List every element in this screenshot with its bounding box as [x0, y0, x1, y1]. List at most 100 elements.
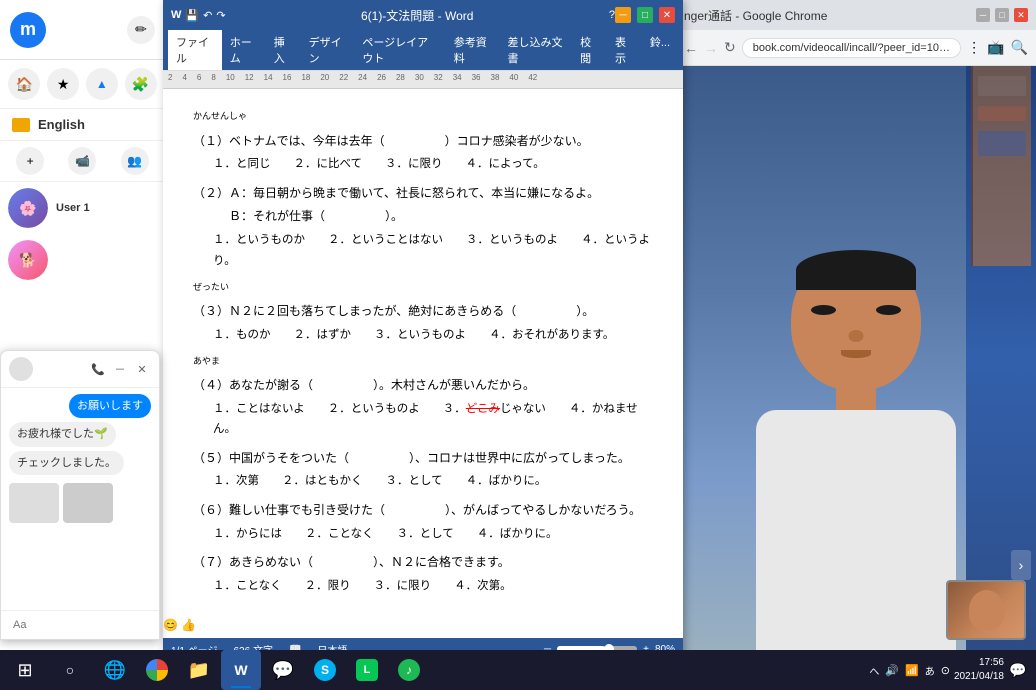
- messenger-taskbar[interactable]: 💬: [263, 650, 303, 690]
- screen-share-icon: 📺: [987, 39, 1004, 56]
- person-face: [791, 250, 921, 390]
- tab-home[interactable]: ホーム: [222, 30, 266, 70]
- tab-review[interactable]: 校閲: [572, 30, 607, 70]
- chat-preview: User 1: [56, 202, 157, 214]
- chat-messages: お願いします お疲れ様でした🌱 チェックしました。: [1, 388, 159, 610]
- spotify-taskbar[interactable]: ♪: [389, 650, 429, 690]
- chrome-maximize-btn[interactable]: □: [995, 8, 1009, 22]
- furigana-4: あやま: [193, 356, 220, 366]
- line-taskbar[interactable]: L: [347, 650, 387, 690]
- question-1: かんせんしゃ （１）ベトナムでは、今年は去年（ ）コロナ感染者が少ない。: [193, 109, 653, 152]
- undo-icon[interactable]: ↶: [203, 9, 212, 22]
- tray-battery[interactable]: ⊙: [941, 664, 950, 677]
- choices-2: １．というものか ２．ということはない ３．というものよ ４．というより。: [213, 230, 653, 271]
- word-title-bar: W 💾 ↶ ↷ 6(1)-文法問題 - Word ? ─ □ ✕: [163, 0, 683, 30]
- messenger-puzzle-btn[interactable]: 🧩: [125, 68, 157, 100]
- messenger-edit-btn[interactable]: ✏: [127, 16, 155, 44]
- messenger-star-btn[interactable]: ★: [47, 68, 79, 100]
- start-button[interactable]: ⊞: [0, 650, 50, 690]
- chrome-close-btn[interactable]: ✕: [1014, 8, 1028, 22]
- english-label-text: English: [38, 117, 85, 132]
- chrome-taskbar[interactable]: [137, 650, 177, 690]
- maximize-btn[interactable]: □: [637, 7, 653, 23]
- chat-minimize-btn[interactable]: －: [111, 360, 129, 378]
- eye-left: [811, 305, 836, 315]
- shelf-item-1: [978, 76, 1026, 96]
- zoom-cam-icon: 🔍: [1011, 39, 1028, 56]
- explorer-taskbar[interactable]: 📁: [179, 650, 219, 690]
- choices-5: １．次第 ２．はともかく ３．として ４．ばかりに。: [213, 471, 653, 492]
- chat-popup-avatar: [9, 357, 33, 381]
- video-main-area: ›: [676, 66, 1036, 650]
- tray-ime[interactable]: あ: [925, 663, 935, 678]
- video-call-btn[interactable]: 📹: [68, 147, 96, 175]
- tab-references[interactable]: 参考資料: [446, 30, 500, 70]
- tab-insert[interactable]: 挿入: [266, 30, 301, 70]
- edge-taskbar[interactable]: 🌐: [95, 650, 135, 690]
- list-item[interactable]: 🐕: [0, 234, 165, 286]
- folder-icon: [12, 118, 30, 132]
- search-button[interactable]: ○: [50, 650, 90, 690]
- people-btn[interactable]: 👥: [121, 147, 149, 175]
- redo-icon[interactable]: ↷: [216, 9, 225, 22]
- furigana-3: ぜったい: [193, 282, 229, 292]
- chat-popup-header: 📞 － ✕: [1, 351, 159, 388]
- chat-name: User 1: [56, 202, 157, 214]
- tab-more[interactable]: 鈴...: [642, 30, 678, 70]
- clock-date: 2021/04/18: [954, 670, 1004, 684]
- forward-btn[interactable]: →: [704, 40, 718, 56]
- save-icon[interactable]: 💾: [185, 9, 199, 22]
- message-bubble: お疲れ様でした🌱: [9, 422, 116, 446]
- messenger-nav-icons: 🏠 ★ ▲ 🧩: [0, 60, 165, 109]
- messenger-header: m ✏: [0, 0, 165, 60]
- back-btn[interactable]: ←: [684, 40, 698, 56]
- chrome-minimize-btn[interactable]: ─: [976, 8, 990, 22]
- question-2b: Ｂ：それが仕事（ ）。: [193, 206, 653, 228]
- extensions-btn[interactable]: ⋮: [967, 39, 981, 56]
- word-taskbar[interactable]: W: [221, 650, 261, 690]
- line-icon: L: [356, 659, 378, 681]
- tab-mailings[interactable]: 差し込み文書: [499, 30, 572, 70]
- like-btn[interactable]: 👍: [181, 618, 196, 632]
- mouth: [841, 350, 871, 358]
- word-document-content: かんせんしゃ （１）ベトナムでは、今年は去年（ ）コロナ感染者が少ない。 １．と…: [163, 89, 683, 638]
- chat-popup: 📞 － ✕ お願いします お疲れ様でした🌱 チェックしました。 😊 👍: [0, 350, 160, 640]
- tab-view[interactable]: 表示: [607, 30, 642, 70]
- person-hair: [796, 250, 916, 290]
- chat-close-btn[interactable]: ✕: [133, 360, 151, 378]
- tray-network[interactable]: 📶: [905, 664, 919, 677]
- address-url[interactable]: book.com/videocall/incall/?peer_id=10001…: [742, 38, 961, 58]
- shelf-item-2: [978, 106, 1026, 121]
- chat-call-btn[interactable]: 📞: [89, 360, 107, 378]
- tab-file[interactable]: ファイル: [168, 30, 222, 70]
- list-item[interactable]: 🌸 User 1: [0, 182, 165, 234]
- arrow-btn[interactable]: ›: [1011, 550, 1031, 580]
- chat-input[interactable]: [9, 615, 159, 635]
- add-btn[interactable]: +: [16, 147, 44, 175]
- chat-input-area[interactable]: 😊 👍: [1, 610, 159, 639]
- emoji-btn[interactable]: 😊: [163, 618, 178, 632]
- tray-up-arrow[interactable]: へ: [869, 663, 879, 678]
- chrome-icon: [146, 659, 168, 681]
- messenger-drive-btn[interactable]: ▲: [86, 68, 118, 100]
- tab-layout[interactable]: ページレイアウト: [354, 30, 445, 70]
- tab-design[interactable]: デザイン: [301, 30, 355, 70]
- notification-btn[interactable]: 💬: [1008, 650, 1028, 690]
- spotify-icon: ♪: [398, 659, 420, 681]
- clock-time: 17:56: [954, 656, 1004, 670]
- furigana-1: かんせんしゃ: [193, 111, 247, 121]
- messenger-home-btn[interactable]: 🏠: [8, 68, 40, 100]
- chrome-address-bar: ← → ↻ book.com/videocall/incall/?peer_id…: [676, 30, 1036, 66]
- refresh-btn[interactable]: ↻: [724, 39, 736, 56]
- question-4: あやま （４）あなたが謝る（ ）。木村さんが悪いんだから。: [193, 353, 653, 396]
- chat-image-preview-2: [63, 483, 113, 523]
- minimize-btn[interactable]: ─: [615, 7, 631, 23]
- ruler-marks: 24681012141618202224262830323436384042: [163, 71, 683, 84]
- chat-thumbnail: [9, 483, 151, 523]
- mini-video-content: [948, 582, 1024, 638]
- word-title-text: 6(1)-文法問題 - Word: [226, 7, 609, 24]
- taskbar-system-area: へ 🔊 📶 あ ⊙ 17:56 2021/04/18 💬: [861, 650, 1036, 690]
- tray-sound[interactable]: 🔊: [885, 664, 899, 677]
- close-btn[interactable]: ✕: [659, 7, 675, 23]
- skype-taskbar[interactable]: S: [305, 650, 345, 690]
